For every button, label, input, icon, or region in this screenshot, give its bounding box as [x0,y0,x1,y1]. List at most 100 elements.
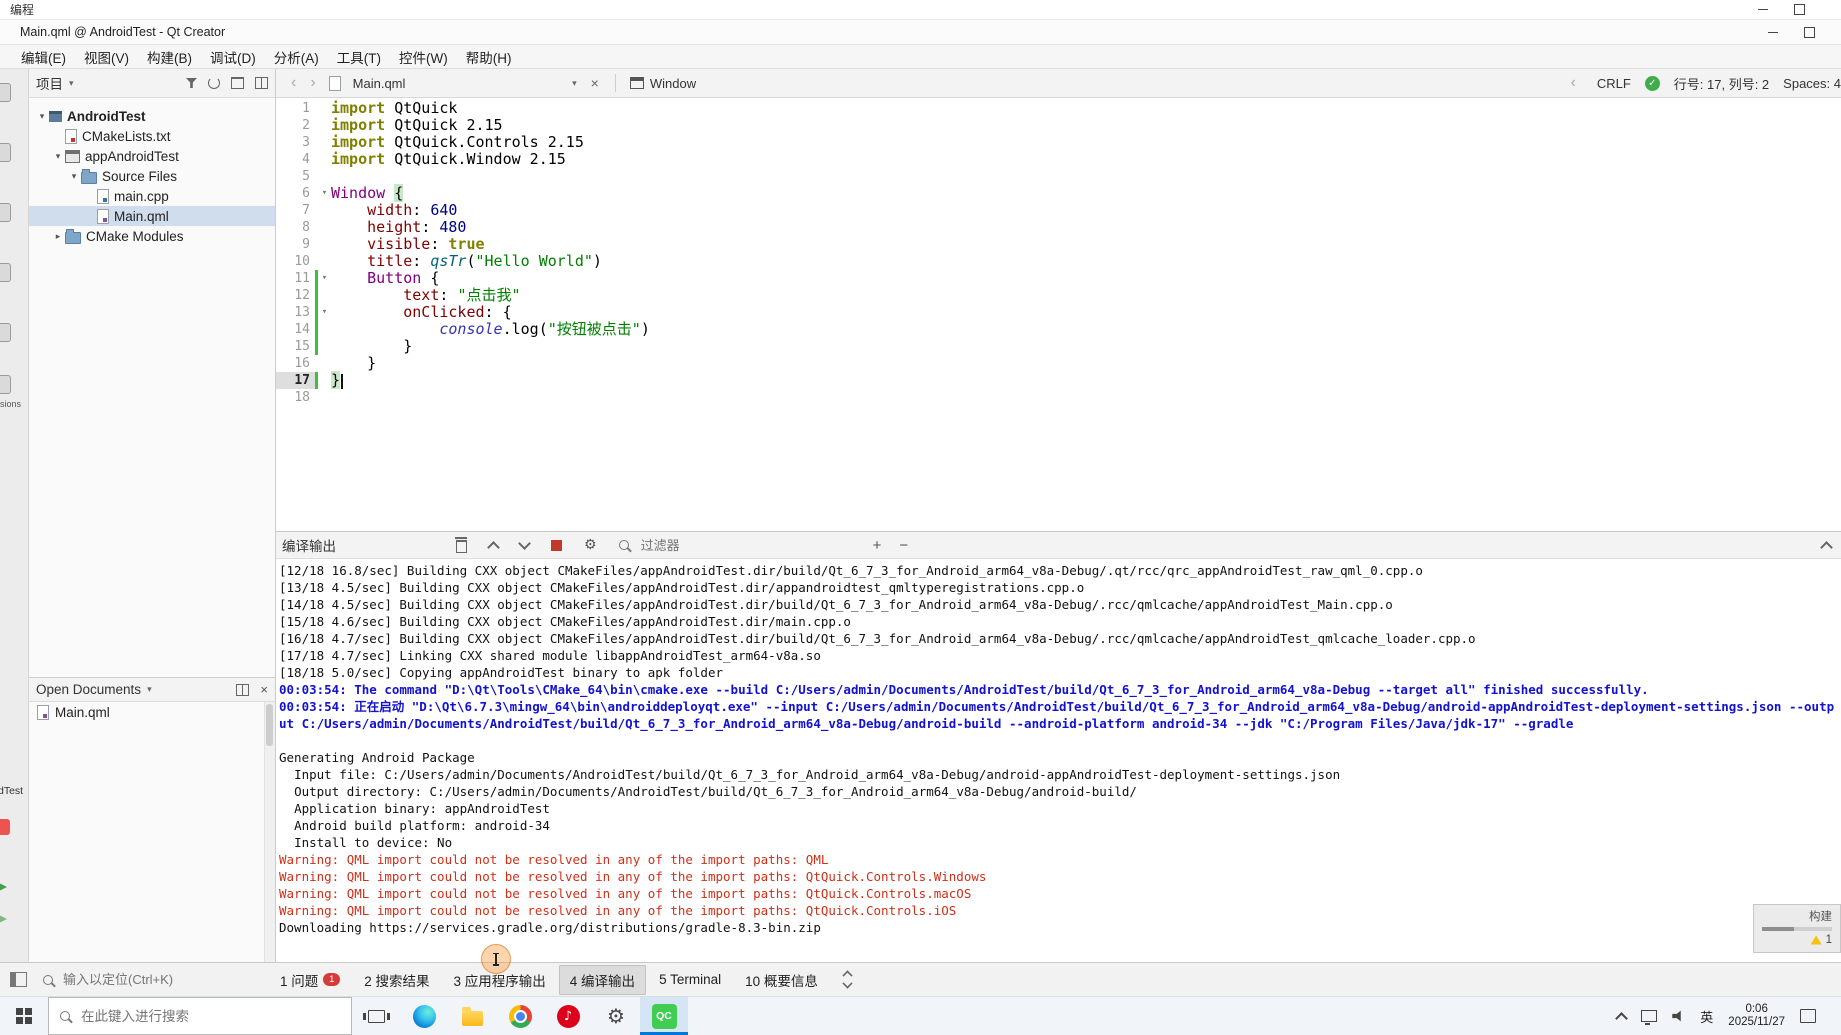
menu-item-8[interactable]: 帮助(H) [457,45,521,69]
hidden-icons-chevron[interactable] [1615,1011,1629,1025]
close-pane-icon[interactable]: × [260,683,268,696]
build-progress-popup[interactable]: 构建 1 [1753,904,1841,953]
locator-input[interactable] [61,971,225,988]
taskbar-app-task-view[interactable] [352,997,400,1035]
filter-icon[interactable] [186,78,197,88]
taskbar-app-music[interactable]: ♪ [544,997,592,1035]
open-document-main-qml[interactable]: Main.qml [29,702,275,722]
expander-icon[interactable]: ▾ [67,171,81,182]
code-line-8[interactable]: 8 height: 480 [276,219,1841,236]
maximize-icon[interactable] [1804,26,1815,38]
code-line-9[interactable]: 9 visible: true [276,236,1841,253]
compile-output-log[interactable]: [12/18 16.8/sec] Building CXX object CMa… [276,559,1841,962]
open-documents-title[interactable]: Open Documents [36,682,141,697]
filter-input[interactable] [638,536,753,554]
code-line-4[interactable]: 4 import QtQuick.Window 2.15 [276,151,1841,168]
chevron-down-icon[interactable]: ▾ [147,684,152,695]
split-pane-icon[interactable] [231,77,244,89]
mode-debug-icon[interactable] [0,263,11,282]
go-forward-icon[interactable]: › [303,74,322,92]
previous-item-icon[interactable] [487,540,500,554]
mode-extensions-icon[interactable] [0,375,11,394]
code-line-13[interactable]: 13 ▾ onClicked: { [276,304,1841,321]
maximize-pane-icon[interactable] [1820,540,1833,554]
close-document-icon[interactable]: × [583,75,607,91]
code-line-2[interactable]: 2 import QtQuick 2.15 [276,117,1841,134]
tree-item-main-cpp[interactable]: main.cpp [29,186,275,206]
output-panel-button-2[interactable]: 2 搜索结果 [353,965,440,995]
toggle-sidebar-icon[interactable] [10,972,27,987]
code-line-14[interactable]: 14 console.log("按钮被点击") [276,321,1841,338]
cursor-position-indicator[interactable]: 行号: 17, 列号: 2 [1674,74,1769,93]
kit-selector-label[interactable]: dTest [0,785,23,797]
outer-minimize-icon[interactable] [1758,9,1768,10]
code-line-17[interactable]: 17} [276,371,1841,389]
menu-item-3[interactable]: 构建(B) [138,45,201,69]
projects-pane-title[interactable]: 项目 [36,73,63,93]
clear-output-icon[interactable] [455,537,467,553]
menu-item-2[interactable]: 视图(V) [75,45,138,69]
code-line-3[interactable]: 3 import QtQuick.Controls 2.15 [276,134,1841,151]
minimize-icon[interactable] [1768,31,1778,33]
output-panel-button-1[interactable]: 1 问题 1 [269,965,351,995]
start-button[interactable] [0,997,48,1035]
tree-item-source-files[interactable]: ▾ Source Files [29,166,275,186]
line-ending-indicator[interactable]: CRLF [1597,76,1631,91]
settings-gear-icon[interactable]: ⚙ [584,538,597,552]
open-document-selector[interactable]: Main.qml ▾ [347,76,583,91]
locator[interactable] [43,971,233,988]
code-line-12[interactable]: 12 text: "点击我" [276,287,1841,304]
code-status-icon[interactable]: ✓ [1644,75,1660,91]
outer-maximize-icon[interactable] [1794,4,1805,15]
scrollbar[interactable] [264,702,275,962]
run-button-icon[interactable] [0,881,7,893]
stop-icon[interactable] [551,539,562,551]
tree-item-androidtest[interactable]: ▾ AndroidTest [29,106,275,126]
new-column-icon[interactable] [255,77,268,89]
output-panel-button-6[interactable]: 10 概要信息 [734,965,829,995]
zoom-out-icon[interactable]: − [899,538,908,553]
outline-selector[interactable]: Window [624,76,702,91]
taskbar-app-settings[interactable]: ⚙ [592,997,640,1035]
fold-marker-icon[interactable]: ▾ [318,304,331,321]
mode-edit-icon[interactable] [0,143,11,162]
code-line-10[interactable]: 10 title: qsTr("Hello World") [276,253,1841,270]
expander-icon[interactable]: ▾ [51,151,65,162]
code-line-15[interactable]: 15 } [276,338,1841,355]
mode-projects-icon[interactable] [0,323,11,342]
fold-marker-icon[interactable]: ▾ [318,270,331,287]
tree-item-cmake-modules[interactable]: ▸ CMake Modules [29,226,275,246]
mode-welcome-icon[interactable] [0,83,11,102]
zoom-in-icon[interactable]: + [873,538,882,553]
menu-item-1[interactable]: 编辑(E) [12,45,75,69]
menu-item-6[interactable]: 工具(T) [328,45,390,69]
next-item-icon[interactable] [518,536,531,550]
split-pane-icon[interactable] [236,683,250,696]
expander-icon[interactable]: ▸ [51,231,65,242]
output-panel-button-5[interactable]: 5 Terminal [648,967,732,992]
taskbar-app-chrome[interactable] [496,997,544,1035]
debug-run-button-icon[interactable] [0,913,7,925]
code-line-18[interactable]: 18 [276,389,1841,406]
taskbar-search[interactable] [48,997,352,1035]
chevron-down-icon[interactable]: ▾ [69,78,74,89]
tree-item-appandroidtest[interactable]: ▾ appAndroidTest [29,146,275,166]
code-line-7[interactable]: 7 width: 640 [276,202,1841,219]
menu-item-7[interactable]: 控件(W) [390,45,457,69]
clock[interactable]: 0:06 2025/11/27 [1728,1003,1785,1030]
action-center-icon[interactable] [1800,1009,1816,1023]
fold-marker-icon[interactable]: ▾ [318,185,331,202]
tree-item-main-qml[interactable]: Main.qml [29,206,275,226]
debug-button-icon[interactable] [0,819,10,835]
taskbar-app-edge[interactable] [400,997,448,1035]
ime-language-indicator[interactable]: 英 [1700,1007,1713,1026]
expander-icon[interactable]: ▾ [35,111,49,122]
menu-item-5[interactable]: 分析(A) [265,45,328,69]
overflow-chevron-icon[interactable]: ‹ [1564,74,1583,92]
output-pane-arrows[interactable] [842,969,853,991]
chevron-down-icon[interactable]: ▾ [572,78,577,89]
menu-item-4[interactable]: 调试(D) [201,45,265,69]
mode-design-icon[interactable] [0,203,11,222]
code-line-6[interactable]: 6 ▾ Window { [276,184,1841,202]
sync-with-editor-icon[interactable] [208,77,220,89]
